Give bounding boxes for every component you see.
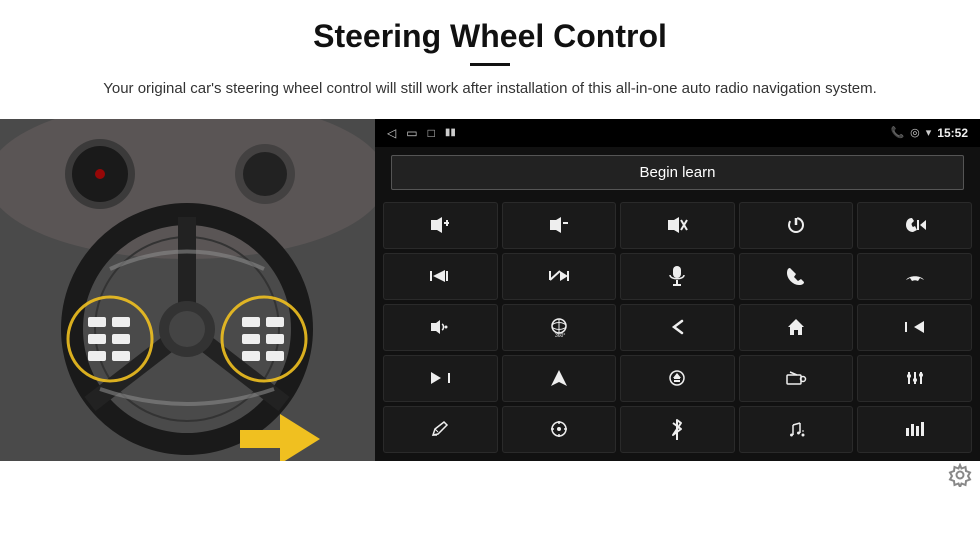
navigate-button[interactable] [502,355,617,402]
phone-prev-button[interactable] [857,202,972,249]
settings-gear-icon[interactable] [948,463,972,493]
android-status-bar: ◁ ▭ □ ▮▮ 📞 ◎ ▾ 15:52 [375,119,980,147]
phone-status-icon: 📞 [890,126,904,139]
status-left: ◁ ▭ □ ▮▮ [387,126,456,140]
android-panel: ◁ ▭ □ ▮▮ 📞 ◎ ▾ 15:52 Begin learn [375,119,980,461]
header-section: Steering Wheel Control Your original car… [0,0,980,111]
music-settings-button[interactable] [739,406,854,453]
next-button[interactable] [383,253,498,300]
svg-text:360°: 360° [555,333,565,338]
fastforward-button[interactable] [383,355,498,402]
subtitle-text: Your original car's steering wheel contr… [90,78,890,101]
signal-icon: ▮▮ [445,127,456,138]
spectrum-button[interactable] [857,406,972,453]
recent-nav-icon[interactable]: □ [428,126,435,140]
equalizer-button[interactable] [857,355,972,402]
radio-button[interactable] [739,355,854,402]
skip-button[interactable] [502,253,617,300]
title-divider [470,63,510,66]
mic-button[interactable] [620,253,735,300]
steering-wheel-image [0,119,375,461]
vol-up-button[interactable] [383,202,498,249]
page-container: Steering Wheel Control Your original car… [0,0,980,548]
eject-button[interactable] [620,355,735,402]
content-section: ◁ ▭ □ ▮▮ 📞 ◎ ▾ 15:52 Begin learn [0,119,980,548]
begin-learn-button[interactable]: Begin learn [391,155,964,190]
time-display: 15:52 [937,126,968,140]
control-grid: 360° [375,198,980,461]
360-button[interactable]: 360° [502,304,617,351]
location-status-icon: ◎ [910,126,920,139]
mute-button[interactable] [620,202,735,249]
home-button[interactable] [739,304,854,351]
rewind-button[interactable] [857,304,972,351]
power-button[interactable] [739,202,854,249]
call-button[interactable] [739,253,854,300]
status-right: 📞 ◎ ▾ 15:52 [890,126,968,140]
vol-down-button[interactable] [502,202,617,249]
pen-button[interactable] [383,406,498,453]
bluetooth-button[interactable] [620,406,735,453]
back-nav-icon[interactable]: ◁ [387,126,396,140]
home-nav-icon[interactable]: ▭ [406,126,417,140]
page-title: Steering Wheel Control [60,18,920,55]
begin-learn-row: Begin learn [375,147,980,198]
circle-button[interactable] [502,406,617,453]
back-button[interactable] [620,304,735,351]
speaker-button[interactable] [383,304,498,351]
hangup-button[interactable] [857,253,972,300]
wifi-status-icon: ▾ [926,126,932,139]
